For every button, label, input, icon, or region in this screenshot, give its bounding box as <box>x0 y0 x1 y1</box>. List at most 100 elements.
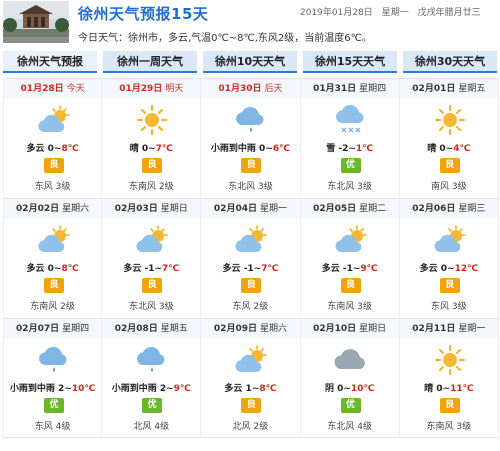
tab-forecast[interactable]: 徐州天气预报 <box>3 51 97 73</box>
aqi-badge: 良 <box>241 398 262 413</box>
condition-text: 多云 <box>123 264 142 274</box>
high-temp: 9℃ <box>173 384 191 394</box>
day-weekday: 星期一 <box>458 324 486 334</box>
aqi-badge: 良 <box>241 158 262 173</box>
day-date: 02月09日 <box>213 324 257 334</box>
day-wind: 南风 3级 <box>431 182 467 192</box>
day-card[interactable]: 02月07日 星期四 小雨到中雨 2~10℃ 优东风 4级 <box>3 319 103 439</box>
condition-text: 小雨到中雨 <box>210 144 256 154</box>
day-weekday: 明天 <box>165 84 184 94</box>
tab-15-days[interactable]: 徐州15天天气 <box>303 51 397 73</box>
day-card[interactable]: 02月10日 星期日阴 0~10℃ 优东北风 4级 <box>300 319 400 439</box>
day-weekday: 后天 <box>264 84 283 94</box>
condition-text: 雪 <box>326 144 336 154</box>
page-title[interactable]: 徐州天气预报15天 <box>78 3 208 24</box>
day-wind: 东风 2级 <box>232 302 269 312</box>
day-card[interactable]: 02月11日 星期一晴 0~11℃ 良东南风 3级 <box>399 319 499 439</box>
day-card[interactable]: 02月08日 星期五 小雨到中雨 2~9℃ 优北风 4级 <box>102 319 202 439</box>
aqi-badge: 优 <box>142 398 163 413</box>
forecast-row: 02月02日 星期六 多云 0~8℃ 良东南风 2级 02月03日 星期日 多云 -1~7℃… <box>3 198 499 319</box>
high-temp: 4℃ <box>453 144 471 154</box>
today-summary: 今日天气：徐州市，多云,气温0℃~8℃,东风2级，当前温度6℃。 <box>78 33 372 44</box>
low-temp: -1 <box>243 264 254 274</box>
day-wind: 北风 2级 <box>232 422 269 432</box>
day-header: 02月11日 星期一 <box>399 319 498 339</box>
day-weekday: 星期五 <box>160 324 188 334</box>
aqi-badge: 优 <box>340 398 361 413</box>
day-date: 02月06日 <box>412 204 456 214</box>
day-card[interactable]: 02月05日 星期二 多云 -1~9℃ 良东南风 3级 <box>300 199 400 319</box>
day-card[interactable]: 01月29日 明天晴 0~7℃ 良东南风 2级 <box>102 79 202 199</box>
high-temp: 10℃ <box>71 384 96 394</box>
aqi-badge: 良 <box>44 278 64 293</box>
tab-week[interactable]: 徐州一周天气 <box>103 51 197 73</box>
tab-10-days[interactable]: 徐州10天天气 <box>203 51 297 73</box>
city-thumbnail-image[interactable] <box>3 1 69 43</box>
aqi-badge: 良 <box>439 158 460 173</box>
day-card[interactable]: 02月06日 星期三 多云 0~12℃ 良东风 3级 <box>399 199 499 319</box>
forecast-row: 02月07日 星期四 小雨到中雨 2~10℃ 优东风 4级 02月08日 星期五 小雨到中雨… <box>3 318 499 439</box>
high-temp: 7℃ <box>155 144 173 154</box>
day-condition: 多云 -1~9℃ <box>321 264 378 274</box>
day-condition: 小雨到中雨 2~9℃ <box>111 384 191 394</box>
day-condition: 晴 0~4℃ <box>427 144 471 154</box>
day-card[interactable]: 02月09日 星期六 多云 1~8℃ 良北风 2级 <box>201 319 301 439</box>
day-wind: 东南风 2级 <box>30 302 75 312</box>
day-card[interactable]: 02月01日 星期五晴 0~4℃ 良南风 3级 <box>399 79 499 199</box>
high-temp: 8℃ <box>61 144 79 154</box>
day-header: 02月04日 星期一 <box>201 199 300 219</box>
condition-text: 晴 <box>424 384 434 394</box>
day-date: 02月07日 <box>16 324 60 334</box>
day-card[interactable]: 02月04日 星期一 多云 -1~7℃ 良东风 2级 <box>201 199 301 319</box>
day-condition: 多云 -1~7℃ <box>222 264 279 274</box>
condition-text: 多云 <box>321 264 340 274</box>
snow-icon <box>333 104 369 136</box>
day-condition: 小雨到中雨 2~10℃ <box>9 384 96 394</box>
day-header: 01月29日 明天 <box>102 79 201 99</box>
condition-text: 小雨到中雨 <box>111 384 157 394</box>
page-header: 徐州天气预报15天 2019年01月28日 星期一 戊戌年腊月廿三 今日天气：徐… <box>0 0 500 48</box>
day-condition: 晴 0~7℃ <box>129 144 173 154</box>
day-condition: 晴 0~11℃ <box>424 384 474 394</box>
day-weekday: 星期六 <box>62 204 90 214</box>
high-temp: 11℃ <box>450 384 474 394</box>
condition-text: 阴 <box>324 384 334 394</box>
day-header: 02月09日 星期六 <box>201 319 300 339</box>
day-wind: 东北风 3级 <box>327 182 372 192</box>
day-date: 02月11日 <box>412 324 456 334</box>
day-header: 01月28日 今天 <box>4 79 102 99</box>
low-temp: -1 <box>144 264 155 274</box>
day-weekday: 星期四 <box>359 84 387 94</box>
day-weekday: 星期日 <box>160 204 188 214</box>
day-weekday: 星期五 <box>458 84 486 94</box>
day-card[interactable]: 02月02日 星期六 多云 0~8℃ 良东南风 2级 <box>3 199 103 319</box>
day-condition: 阴 0~10℃ <box>324 384 375 394</box>
partly-cloudy-icon <box>36 104 72 136</box>
day-condition: 雪 -2~1℃ <box>326 144 374 154</box>
day-weekday: 今天 <box>66 84 85 94</box>
day-date: 01月31日 <box>313 84 357 94</box>
light-rain-icon <box>36 344 72 376</box>
partly-cloudy-icon <box>134 224 170 256</box>
day-date: 02月01日 <box>412 84 456 94</box>
high-temp: 8℃ <box>61 264 79 274</box>
day-card[interactable]: 01月31日 星期四雪 -2~1℃ 优东北风 3级 <box>300 79 400 199</box>
day-card[interactable]: 01月30日 后天 小雨到中雨 0~6℃ 良东北风 3级 <box>201 79 301 199</box>
condition-text: 多云 <box>222 264 241 274</box>
day-card[interactable]: 02月03日 星期日 多云 -1~7℃ 良东北风 3级 <box>102 199 202 319</box>
condition-text: 多云 <box>224 384 243 394</box>
day-date: 01月30日 <box>218 84 262 94</box>
high-temp: 10℃ <box>350 384 375 394</box>
tab-30-days[interactable]: 徐州30天天气 <box>403 51 497 73</box>
day-header: 02月02日 星期六 <box>4 199 102 219</box>
condition-text: 多云 <box>419 264 438 274</box>
day-header: 01月30日 后天 <box>201 79 300 99</box>
day-wind: 东北风 3级 <box>128 302 174 312</box>
day-date: 02月03日 <box>114 204 158 214</box>
high-temp: 12℃ <box>454 264 479 274</box>
day-weekday: 星期四 <box>62 324 90 334</box>
day-weekday: 星期二 <box>359 204 387 214</box>
day-wind: 东南风 3级 <box>426 422 472 432</box>
day-date: 02月02日 <box>16 204 60 214</box>
day-card[interactable]: 01月28日 今天 多云 0~8℃ 良东风 3级 <box>3 79 103 199</box>
